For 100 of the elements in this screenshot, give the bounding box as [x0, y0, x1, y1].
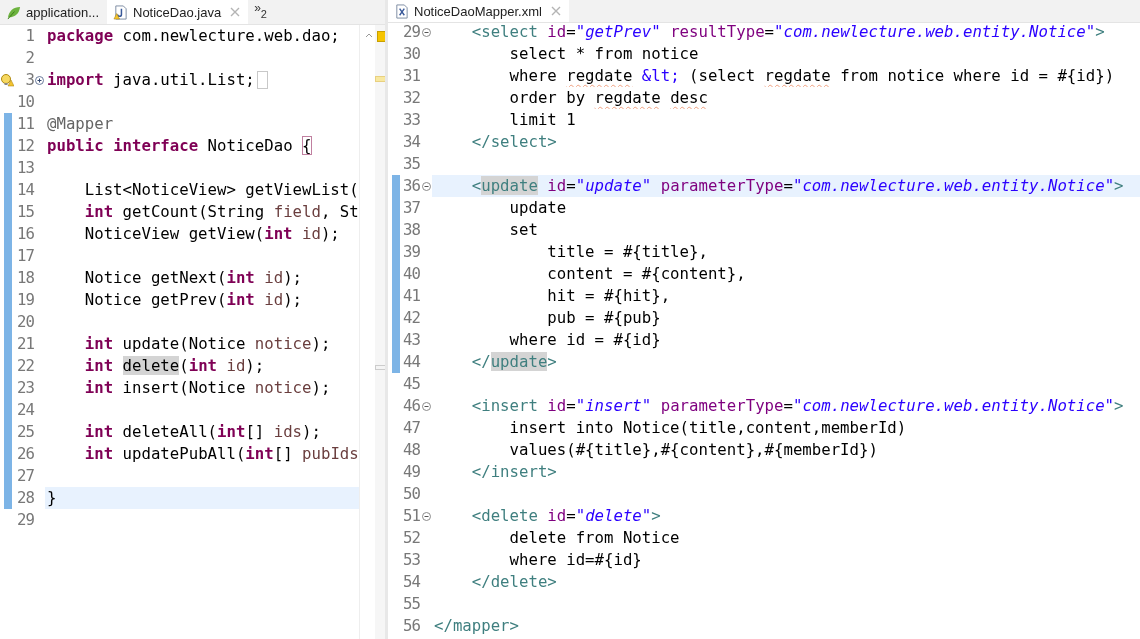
code-line: insert into Notice(title,content,memberId) [508, 417, 907, 439]
code-line: where id=#{id} [508, 549, 642, 571]
line-number: 34 [402, 131, 420, 153]
code-line: limit 1 [508, 109, 576, 131]
line-number: 23 [16, 377, 34, 399]
code-line: </update> [470, 351, 557, 373]
code-line: int delete(int id); [83, 355, 265, 377]
line-number: 47 [402, 417, 420, 439]
xml-file-icon [394, 3, 409, 19]
code-line: int insert(Notice notice); [83, 377, 331, 399]
line-number: 16 [16, 223, 34, 245]
code-line: package com.newlecture.web.dao; [47, 25, 340, 47]
code-line: int updatePubAll(int[] pubIds [83, 443, 359, 465]
line-number: 30 [402, 43, 420, 65]
line-number: 37 [402, 197, 420, 219]
code-line: List<NoticeView> getViewList( [83, 179, 359, 201]
line-number: 55 [402, 593, 420, 615]
code-line: order by regdate desc [508, 87, 708, 109]
line-number: 39 [402, 241, 420, 263]
line-number: 46 [402, 395, 420, 417]
code-line: <delete id="delete"> [470, 505, 661, 527]
code-line: int deleteAll(int[] ids); [83, 421, 321, 443]
line-number: 14 [16, 179, 34, 201]
line-number: 2 [24, 47, 34, 69]
folded-code-marker[interactable] [256, 71, 268, 89]
code-line: </mapper> [434, 615, 519, 637]
line-number: 20 [16, 311, 34, 333]
line-number: 18 [16, 267, 34, 289]
code-line: <select id="getPrev" resultType="com.newlecture.web.entity.Notice"> [470, 23, 1105, 43]
line-number: 26 [16, 443, 34, 465]
line-number: 43 [402, 329, 420, 351]
line-number: 49 [402, 461, 420, 483]
code-line: delete from Notice [508, 527, 680, 549]
code-line: </insert> [470, 461, 557, 483]
line-number: 24 [16, 399, 34, 421]
close-icon[interactable] [230, 7, 241, 17]
line-number: 38 [402, 219, 420, 241]
java-file-icon [113, 4, 128, 20]
line-number: 35 [402, 153, 420, 175]
code-line: Notice getPrev(int id); [83, 289, 302, 311]
expand-icon[interactable] [35, 75, 44, 85]
code-line: <update id="update" parameterType="com.newlecture.web.entity.Notice"> [470, 175, 1124, 197]
caret-up-icon[interactable] [364, 33, 373, 38]
more-tabs-button[interactable]: »2 [248, 0, 273, 24]
code-line: set [508, 219, 538, 241]
line-number: 11 [16, 113, 34, 135]
leaf-icon [6, 4, 21, 20]
collapse-icon[interactable] [421, 511, 431, 521]
collapse-icon[interactable] [421, 401, 431, 411]
line-number: 22 [16, 355, 34, 377]
editor-tab[interactable]: NoticeDao.java [107, 0, 249, 24]
line-number: 32 [402, 87, 420, 109]
line-number: 50 [402, 483, 420, 505]
code-line: title = #{title}, [546, 241, 708, 263]
line-number: 31 [402, 65, 420, 87]
collapse-icon[interactable] [421, 27, 431, 37]
code-line: NoticeView getView(int id); [83, 223, 340, 245]
code-line: <insert id="insert" parameterType="com.newlecture.web.entity.Notice"> [470, 395, 1124, 417]
code-line: public interface NoticeDao { [47, 135, 312, 157]
line-number: 3 [24, 69, 34, 91]
line-number: 44 [402, 351, 420, 373]
code-line: int update(Notice notice); [83, 333, 331, 355]
code-line: import java.util.List; [47, 69, 255, 91]
line-number: 21 [16, 333, 34, 355]
line-number: 1 [24, 25, 34, 47]
line-number: 36 [402, 175, 420, 197]
line-number: 40 [402, 263, 420, 285]
line-number: 28 [16, 487, 34, 509]
code-line: @Mapper [47, 113, 114, 135]
line-number: 27 [16, 465, 34, 487]
line-number: 48 [402, 439, 420, 461]
annotation-marker[interactable] [374, 76, 385, 82]
close-icon[interactable] [550, 6, 561, 16]
code-line: </select> [470, 131, 557, 153]
code-line: values(#{title},#{content},#{memberId}) [508, 439, 878, 461]
line-number: 13 [16, 157, 34, 179]
code-line: content = #{content}, [546, 263, 746, 285]
line-number: 29 [16, 509, 34, 531]
warning-marker[interactable] [376, 31, 385, 42]
editor-tab[interactable]: NoticeDaoMapper.xml [388, 0, 569, 22]
code-line: select * from notice [508, 43, 699, 65]
line-number: 54 [402, 571, 420, 593]
code-line: where regdate &lt; (select regdate from notice where id = #{id}) [508, 65, 1115, 87]
line-number: 42 [402, 307, 420, 329]
line-number: 19 [16, 289, 34, 311]
occurrence-marker[interactable] [374, 365, 385, 370]
editor-tab[interactable]: application... [0, 0, 107, 24]
line-number: 53 [402, 549, 420, 571]
line-number: 17 [16, 245, 34, 267]
code-line: hit = #{hit}, [546, 285, 671, 307]
code-line: Notice getNext(int id); [83, 267, 302, 289]
line-number: 56 [402, 615, 420, 637]
code-line: int getCount(String field, St [83, 201, 359, 223]
line-number: 10 [16, 91, 34, 113]
line-number: 29 [402, 23, 420, 43]
line-number: 12 [16, 135, 34, 157]
code-line: where id = #{id} [508, 329, 661, 351]
code-line: </delete> [470, 571, 557, 593]
line-number: 25 [16, 421, 34, 443]
collapse-icon[interactable] [421, 181, 431, 191]
